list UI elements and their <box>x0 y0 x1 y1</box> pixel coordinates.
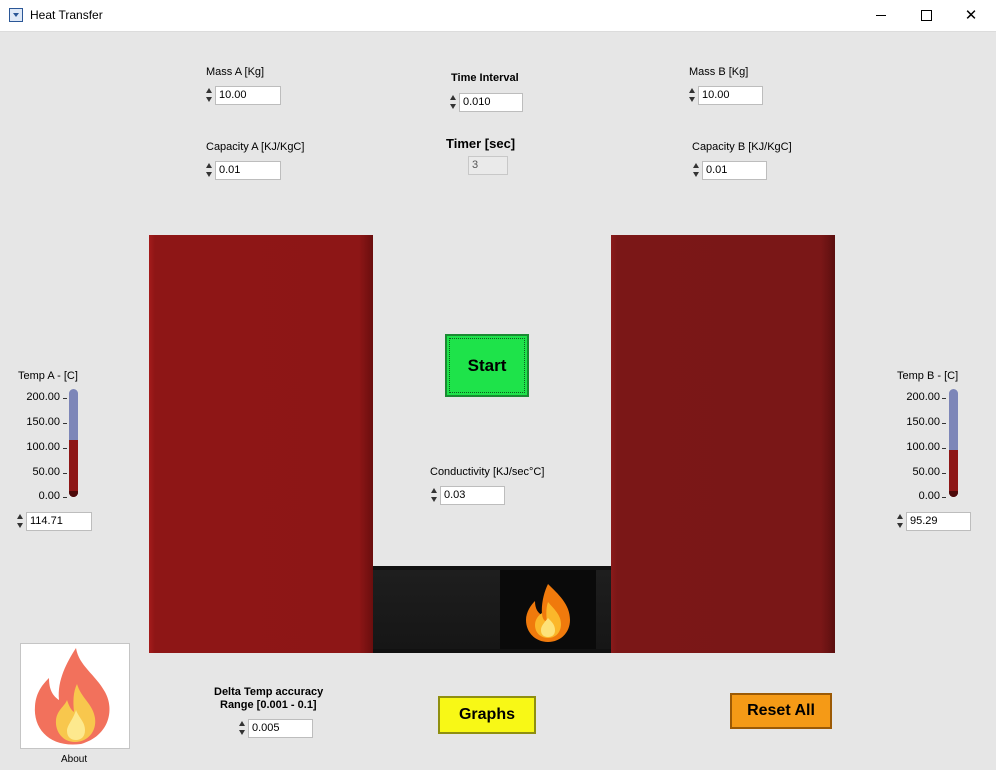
delta-temp-label-line1: Delta Temp accuracy <box>214 686 324 698</box>
delta-temp-field[interactable]: 0.005 <box>248 719 313 738</box>
block-a <box>149 235 373 653</box>
temp-b-tick: 100.00 <box>906 441 940 453</box>
start-button[interactable]: Start <box>445 334 529 397</box>
conductivity-spinner[interactable] <box>430 486 439 505</box>
temp-a-spinner[interactable] <box>16 512 25 531</box>
capacity-a-field[interactable]: 0.01 <box>215 161 281 180</box>
flame-icon <box>34 648 110 745</box>
capacity-b-spinner[interactable] <box>692 161 701 180</box>
capacity-a-spinner[interactable] <box>205 161 214 180</box>
temp-b-tick: 200.00 <box>906 391 940 403</box>
conductivity-field[interactable]: 0.03 <box>440 486 505 505</box>
temp-b-label: Temp B - [C] <box>897 370 959 382</box>
temp-b-tick: 50.00 <box>912 466 940 478</box>
mass-b-label: Mass B [Kg] <box>689 66 749 78</box>
capacity-b-field[interactable]: 0.01 <box>702 161 767 180</box>
capacity-a-label: Capacity A [KJ/KgC] <box>206 141 305 153</box>
temp-a-label: Temp A - [C] <box>18 370 78 382</box>
temp-a-tick: 100.00 <box>26 441 60 453</box>
mass-a-label: Mass A [Kg] <box>206 66 265 78</box>
window-title: Heat Transfer <box>30 8 103 22</box>
timer-display: 3 <box>468 156 508 175</box>
title-bar: Heat Transfer ✕ <box>0 0 996 32</box>
about-label: About <box>61 754 88 765</box>
temp-a-tick: 0.00 <box>38 490 60 502</box>
graphs-button[interactable]: Graphs <box>438 696 536 734</box>
flame-icon <box>526 584 570 642</box>
minimize-button[interactable] <box>858 0 904 31</box>
conductivity-label: Conductivity [KJ/sec°C] <box>430 466 545 478</box>
time-interval-field[interactable]: 0.010 <box>459 93 523 112</box>
delta-temp-label-line2: Range [0.001 - 0.1] <box>220 699 317 711</box>
mass-a-spinner[interactable] <box>205 86 214 105</box>
mass-b-spinner[interactable] <box>688 86 697 105</box>
about-button[interactable] <box>20 643 130 749</box>
heater <box>373 566 611 653</box>
temp-a-tick: 150.00 <box>26 416 60 428</box>
close-button[interactable]: ✕ <box>948 0 994 31</box>
temp-b-spinner[interactable] <box>896 512 905 531</box>
temp-b-tick: 150.00 <box>906 416 940 428</box>
timer-label: Timer [sec] <box>446 136 516 151</box>
maximize-button[interactable] <box>903 0 949 31</box>
mass-b-field[interactable]: 10.00 <box>698 86 763 105</box>
temp-b-fill <box>949 449 958 497</box>
temp-a-field[interactable]: 114.71 <box>26 512 92 531</box>
temp-a-fill <box>69 440 78 497</box>
heater-window <box>500 570 596 649</box>
temp-a-tube <box>69 389 78 497</box>
mass-a-field[interactable]: 10.00 <box>215 86 281 105</box>
capacity-b-label: Capacity B [KJ/KgC] <box>692 141 792 153</box>
reset-all-button[interactable]: Reset All <box>730 693 832 729</box>
temp-b-tube <box>949 389 958 497</box>
temp-b-tick: 0.00 <box>918 490 940 502</box>
temp-a-tick: 50.00 <box>32 466 60 478</box>
temp-a-tick: 200.00 <box>26 391 60 403</box>
delta-temp-spinner[interactable] <box>238 719 247 738</box>
app-icon[interactable] <box>9 8 23 22</box>
time-interval-spinner[interactable] <box>449 93 458 112</box>
temp-b-field[interactable]: 95.29 <box>906 512 971 531</box>
time-interval-label: Time Interval <box>451 72 519 84</box>
block-b <box>611 235 835 653</box>
